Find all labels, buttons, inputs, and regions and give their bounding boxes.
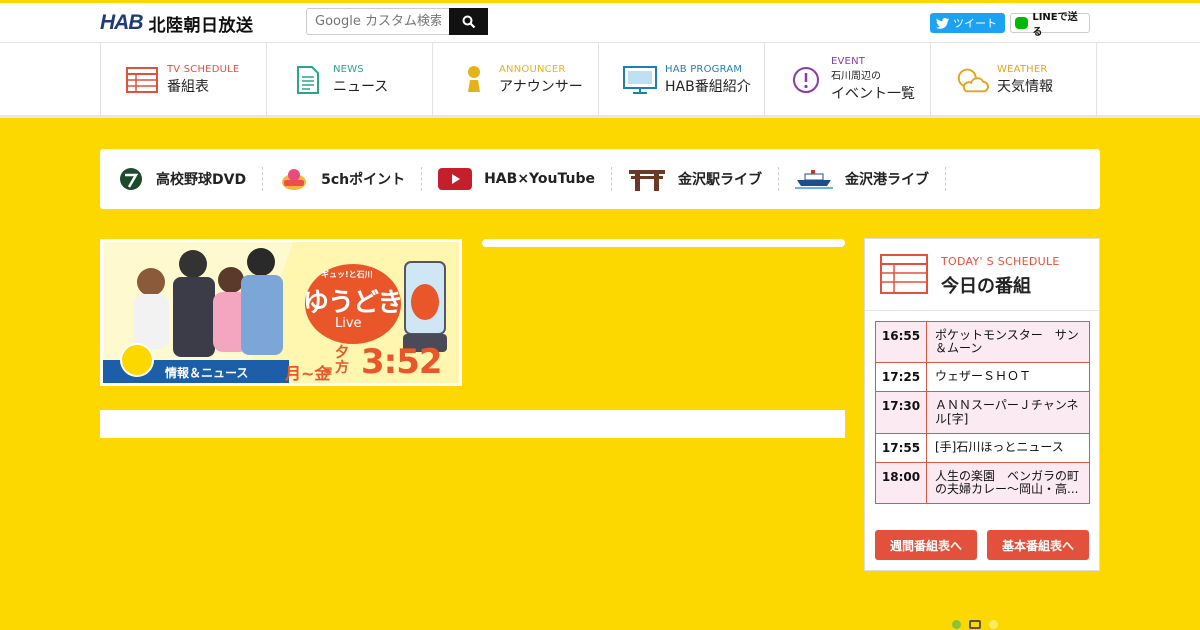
tv-schedule-icon: [126, 66, 158, 93]
schedule-row[interactable]: 17:25 ウェザーＳＨＯＴ: [875, 362, 1090, 393]
carousel-indicator: [952, 620, 998, 629]
link-label: 高校野球DVD: [156, 172, 247, 188]
top-bar: HAB 北陸朝日放送 ツイート LINEで送る: [0, 0, 1200, 42]
nav-sub-label: 石川周辺の: [831, 71, 881, 82]
carousel-dot[interactable]: [989, 620, 998, 629]
nav-jp-label: イベント一覧: [831, 86, 915, 102]
nav-hab-program[interactable]: HAB PROGRAM HAB番組紹介: [599, 43, 765, 116]
banner-title: ゆうどき: [303, 288, 403, 318]
schedule-program: ＡＮＮスーパーＪチャンネル[字]: [926, 391, 1090, 434]
schedule-row[interactable]: 17:30 ＡＮＮスーパーＪチャンネル[字]: [875, 391, 1090, 434]
schedule-title: 今日の番組: [941, 276, 1031, 297]
announcer-icon: [468, 65, 480, 92]
schedule-program: ポケットモンスター サン＆ムーン: [926, 321, 1090, 364]
content-placeholder-box: [100, 410, 845, 438]
nav-jp-label: HAB番組紹介: [665, 78, 751, 95]
link-5ch-point[interactable]: 5chポイント: [279, 167, 423, 191]
banner-time: 3:52: [361, 342, 443, 382]
carousel-dot[interactable]: [969, 620, 981, 629]
link-kanazawa-station-live[interactable]: 金沢駅ライブ: [628, 167, 779, 191]
banner-yugata: 夕方: [335, 345, 349, 376]
search-icon: [462, 15, 475, 28]
content-placeholder-bar: [482, 239, 845, 247]
news-icon: [297, 65, 319, 94]
line-icon: [1015, 17, 1029, 29]
search-input[interactable]: [306, 8, 449, 35]
nav-jp-label: アナウンサー: [499, 78, 583, 95]
quick-links-bar: 高校野球DVD 5chポイント HAB×YouTube 金沢駅ライブ 金沢港ライ…: [100, 149, 1100, 209]
banner-live: Live: [335, 316, 362, 331]
schedule-list[interactable]: 16:55 ポケットモンスター サン＆ムーン 17:25 ウェザーＳＨＯＴ 17…: [875, 321, 1091, 519]
nav-news[interactable]: NEWS ニュース: [267, 43, 433, 116]
schedule-time: 16:55: [875, 321, 927, 364]
link-hab-youtube[interactable]: HAB×YouTube: [438, 167, 612, 191]
schedule-program: ウェザーＳＨＯＴ: [926, 362, 1090, 393]
line-label: LINEで送る: [1032, 12, 1078, 38]
schedule-time: 17:30: [875, 391, 927, 434]
schedule-time: 17:25: [875, 362, 927, 393]
nav-en-label: TV SCHEDULE: [167, 63, 240, 75]
site-search: [306, 8, 488, 35]
torii-gate-icon: [628, 170, 665, 191]
mascot-icon: [282, 169, 307, 190]
nav-jp-label: 番組表: [167, 78, 209, 95]
link-baseball-dvd[interactable]: 高校野球DVD: [118, 167, 264, 191]
logo-text: 北陸朝日放送: [148, 15, 254, 36]
schedule-row[interactable]: 16:55 ポケットモンスター サン＆ムーン: [875, 321, 1090, 364]
banner-tagline: ギュッ!と石川: [321, 270, 373, 279]
site-logo[interactable]: HAB 北陸朝日放送: [100, 11, 254, 36]
nav-weather[interactable]: WEATHER 天気情報: [931, 43, 1097, 116]
basic-schedule-button[interactable]: 基本番組表へ: [987, 530, 1089, 560]
nav-event[interactable]: EVENT 石川周辺の イベント一覧: [765, 43, 931, 116]
link-label: HAB×YouTube: [484, 171, 595, 187]
schedule-grid-icon: [880, 254, 928, 294]
tweet-button[interactable]: ツイート: [930, 13, 1005, 33]
main-nav: TV SCHEDULE 番組表 NEWS ニュース ANNOUNCER アナウン…: [0, 42, 1200, 118]
carousel-dot[interactable]: [952, 620, 961, 629]
banner-youbi: 曜: [324, 367, 332, 376]
monitor-icon: [623, 65, 657, 94]
link-label: 金沢港ライブ: [844, 172, 929, 188]
todays-schedule-panel: TODAY' S SCHEDULE 今日の番組 16:55 ポケットモンスター …: [864, 238, 1100, 571]
schedule-program: [手]石川ほっとニュース: [926, 432, 1090, 463]
youtube-icon: [438, 168, 473, 190]
search-button[interactable]: [449, 8, 488, 35]
weather-icon: [957, 68, 989, 92]
tweet-label: ツイート: [953, 17, 997, 30]
schedule-row[interactable]: 17:55 [手]石川ほっとニュース: [875, 432, 1090, 463]
banner-news: 情報＆ニュース: [165, 366, 249, 380]
ship-icon: [794, 170, 833, 189]
logo-mark: HAB: [100, 11, 143, 34]
baseball-icon: [120, 168, 142, 190]
nav-announcer[interactable]: ANNOUNCER アナウンサー: [433, 43, 599, 116]
line-share-button[interactable]: LINEで送る: [1010, 12, 1090, 38]
program-banner[interactable]: ギュッ!と石川 ゆうどき Live 情報＆ニュース 月~金 曜 夕方 3:52: [100, 239, 462, 386]
link-label: 5chポイント: [321, 172, 406, 188]
exclamation-icon: [793, 66, 819, 93]
nav-en-label: WEATHER: [997, 63, 1048, 75]
nav-jp-label: ニュース: [333, 78, 389, 95]
nav-en-label: NEWS: [333, 63, 364, 75]
nav-jp-label: 天気情報: [997, 78, 1053, 95]
schedule-row[interactable]: 18:00 人生の楽園 ベンガラの町の夫婦カレー～岡山・高...: [875, 461, 1090, 505]
nav-tv-schedule[interactable]: TV SCHEDULE 番組表: [101, 43, 267, 116]
schedule-time: 17:55: [875, 432, 927, 463]
nav-en-label: EVENT: [831, 56, 866, 67]
schedule-header: TODAY' S SCHEDULE 今日の番組: [865, 239, 1099, 311]
nav-en-label: ANNOUNCER: [499, 63, 566, 75]
weekly-schedule-button[interactable]: 週間番組表へ: [875, 530, 977, 560]
nav-en-label: HAB PROGRAM: [665, 63, 743, 75]
schedule-program: 人生の楽園 ベンガラの町の夫婦カレー～岡山・高...: [926, 461, 1090, 505]
link-label: 金沢駅ライブ: [677, 172, 762, 188]
schedule-en-title: TODAY' S SCHEDULE: [941, 255, 1060, 268]
schedule-time: 18:00: [875, 461, 927, 505]
twitter-bird-icon: [936, 17, 949, 29]
link-kanazawa-port-live[interactable]: 金沢港ライブ: [794, 167, 946, 191]
